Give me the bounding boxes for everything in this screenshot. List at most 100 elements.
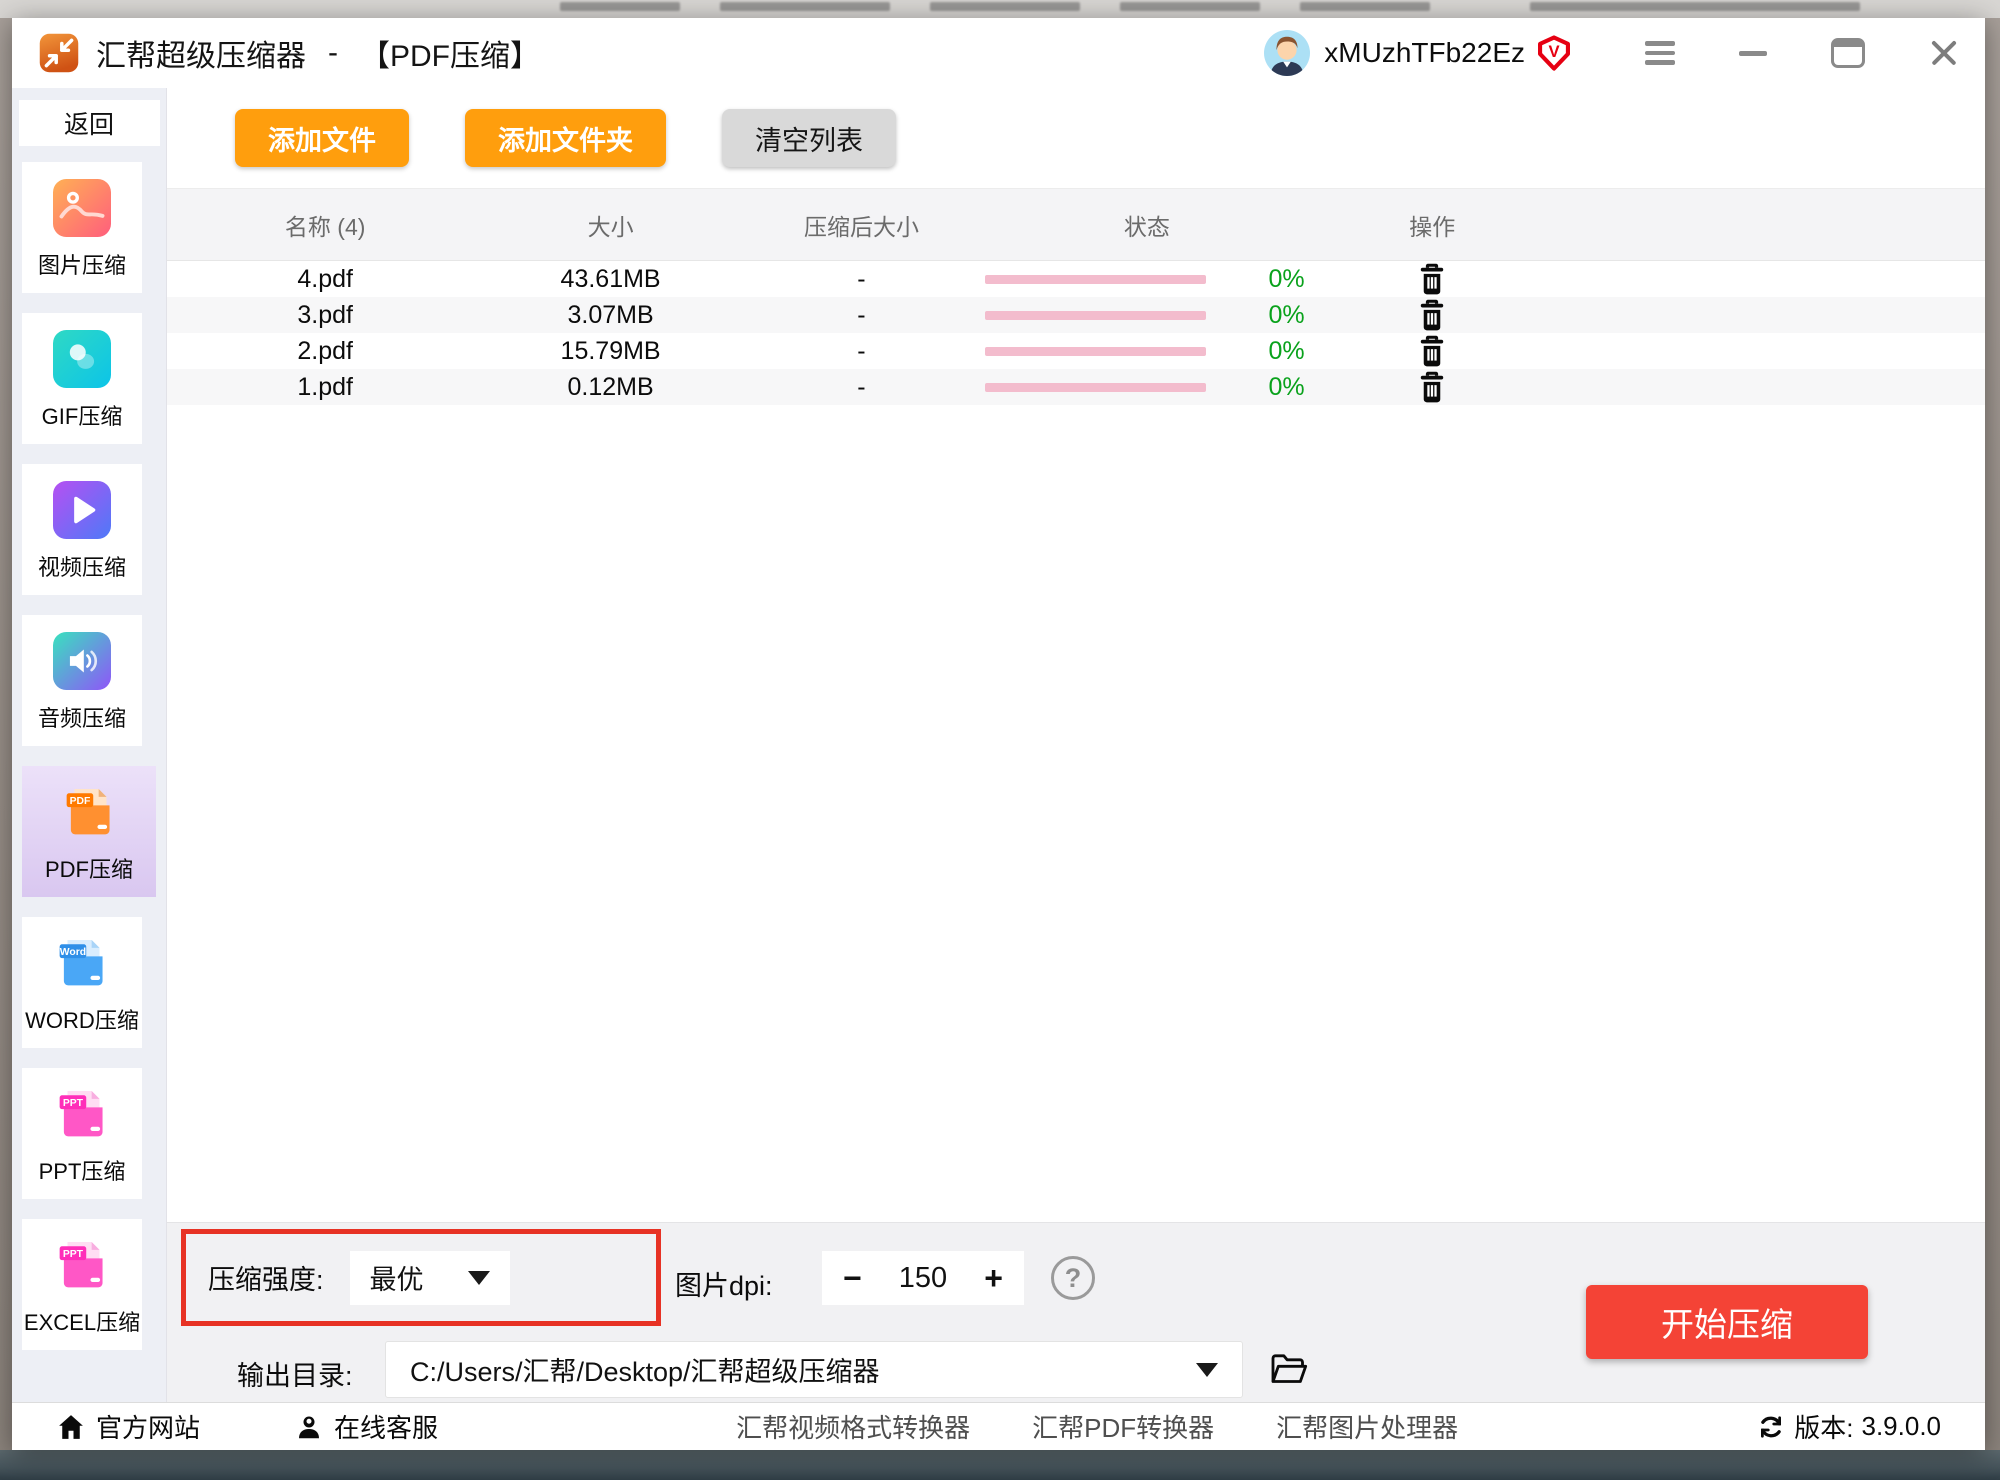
menu-button[interactable] xyxy=(1645,41,1675,65)
file-compressed-size: - xyxy=(738,265,985,294)
dpi-label: 图片dpi: xyxy=(675,1264,773,1303)
progress-percent: 0% xyxy=(1269,373,1305,402)
strength-select[interactable]: 最优 xyxy=(350,1251,510,1305)
delete-file-button[interactable] xyxy=(1309,261,1556,297)
delete-file-button[interactable] xyxy=(1309,297,1556,333)
dpi-decrease-button[interactable]: − xyxy=(843,1262,862,1294)
version-number: 3.9.0.0 xyxy=(1862,1411,1942,1442)
file-name: 4.pdf xyxy=(167,265,483,294)
sidebar: 返回 图片压缩 GIF压缩 视频压缩 音频压缩 xyxy=(12,88,167,1402)
progress-percent: 0% xyxy=(1269,265,1305,294)
output-dir-path: C:/Users/汇帮/Desktop/汇帮超级压缩器 xyxy=(410,1350,880,1389)
gif-compress-icon xyxy=(53,330,111,388)
partner-links: 汇帮视频格式转换器 汇帮PDF转换器 汇帮图片处理器 xyxy=(736,1408,1458,1445)
delete-file-button[interactable] xyxy=(1309,333,1556,369)
file-size: 3.07MB xyxy=(483,301,738,330)
strength-label: 压缩强度: xyxy=(208,1258,324,1297)
username: xMUzhTFb22Ez xyxy=(1324,37,1525,69)
sidebar-item-video[interactable]: 视频压缩 xyxy=(22,464,142,595)
strength-value: 最优 xyxy=(370,1258,424,1297)
dpi-stepper: − 150 + xyxy=(822,1251,1024,1305)
sidebar-item-image[interactable]: 图片压缩 xyxy=(22,162,142,293)
svg-text:V: V xyxy=(1548,42,1559,61)
progress-percent: 0% xyxy=(1269,337,1305,366)
image-processor-link[interactable]: 汇帮图片处理器 xyxy=(1276,1408,1458,1445)
main-panel: 添加文件 添加文件夹 清空列表 名称 (4) 大小 压缩后大小 状态 操作 4.… xyxy=(167,88,1985,1402)
version-label: 版本: xyxy=(1794,1408,1853,1445)
update-refresh-icon[interactable] xyxy=(1756,1412,1786,1442)
folder-open-icon xyxy=(1267,1349,1309,1389)
user-avatar[interactable] xyxy=(1264,30,1310,76)
file-compressed-size: - xyxy=(738,373,985,402)
app-title: 汇帮超级压缩器 xyxy=(96,31,306,75)
pdf-compress-icon: PDF xyxy=(60,783,118,841)
clear-list-button[interactable]: 清空列表 xyxy=(722,109,896,167)
add-folder-button[interactable]: 添加文件夹 xyxy=(465,109,666,167)
close-button[interactable] xyxy=(1929,38,1959,68)
file-status: 0% xyxy=(985,301,1309,330)
add-file-button[interactable]: 添加文件 xyxy=(235,109,409,167)
vip-badge-icon[interactable]: V xyxy=(1535,34,1573,72)
progress-bar xyxy=(985,383,1206,392)
file-status: 0% xyxy=(985,337,1309,366)
output-dir-label: 输出目录: xyxy=(237,1354,353,1393)
progress-bar xyxy=(985,347,1206,356)
compression-strength-group: 压缩强度: 最优 xyxy=(181,1229,661,1326)
title-separator: - xyxy=(328,36,338,70)
taskbar-edge xyxy=(0,1450,2000,1480)
progress-bar xyxy=(985,311,1206,320)
file-compressed-size: - xyxy=(738,301,985,330)
image-compress-icon xyxy=(53,179,111,237)
chevron-down-icon xyxy=(468,1271,490,1285)
col-header-status: 状态 xyxy=(985,208,1309,242)
table-row: 2.pdf 15.79MB - 0% xyxy=(167,333,1985,369)
sidebar-item-audio[interactable]: 音频压缩 xyxy=(22,615,142,746)
svg-text:PPT: PPT xyxy=(63,1098,84,1109)
excel-compress-icon: PPT xyxy=(53,1236,111,1294)
sidebar-item-excel[interactable]: PPT EXCEL压缩 xyxy=(22,1219,142,1350)
delete-file-button[interactable] xyxy=(1309,369,1556,405)
titlebar: 汇帮超级压缩器 - 【PDF压缩】 xMUzhTFb22Ez xyxy=(12,18,1985,88)
online-support-link[interactable]: 在线客服 xyxy=(294,1408,438,1445)
pdf-converter-link[interactable]: 汇帮PDF转换器 xyxy=(1032,1408,1214,1445)
svg-text:PDF: PDF xyxy=(70,796,91,807)
browse-folder-button[interactable] xyxy=(1267,1349,1309,1394)
chevron-down-icon xyxy=(1196,1363,1218,1377)
output-dir-select[interactable]: C:/Users/汇帮/Desktop/汇帮超级压缩器 xyxy=(385,1341,1243,1398)
dpi-value: 150 xyxy=(899,1262,947,1295)
table-row: 4.pdf 43.61MB - 0% xyxy=(167,261,1985,297)
start-compression-button[interactable]: 开始压缩 xyxy=(1586,1285,1868,1359)
video-converter-link[interactable]: 汇帮视频格式转换器 xyxy=(736,1408,970,1445)
progress-bar xyxy=(985,275,1206,284)
svg-text:PPT: PPT xyxy=(63,1249,84,1260)
table-row: 1.pdf 0.12MB - 0% xyxy=(167,369,1985,405)
background-window-edge xyxy=(0,0,2000,18)
trash-icon xyxy=(1416,333,1448,369)
word-compress-icon: Word xyxy=(53,934,111,992)
minimize-button[interactable] xyxy=(1739,51,1767,56)
customer-service-icon xyxy=(294,1412,324,1442)
sidebar-item-word[interactable]: Word WORD压缩 xyxy=(22,917,142,1048)
maximize-button[interactable] xyxy=(1831,38,1865,68)
file-table: 名称 (4) 大小 压缩后大小 状态 操作 4.pdf 43.61MB - 0% xyxy=(167,188,1985,1222)
file-compressed-size: - xyxy=(738,337,985,366)
official-site-link[interactable]: 官方网站 xyxy=(56,1408,200,1445)
file-status: 0% xyxy=(985,265,1309,294)
footer: 官方网站 在线客服 汇帮视频格式转换器 汇帮PDF转换器 汇帮图片处理器 xyxy=(12,1402,1985,1450)
version-info: 版本: 3.9.0.0 xyxy=(1756,1408,1941,1445)
col-header-size: 大小 xyxy=(483,208,738,242)
sidebar-items: 图片压缩 GIF压缩 视频压缩 音频压缩 PDF PDF压缩 xyxy=(22,162,156,1350)
app-logo-icon xyxy=(38,32,80,74)
back-button[interactable]: 返回 xyxy=(19,100,160,146)
trash-icon xyxy=(1416,297,1448,333)
sidebar-item-pdf[interactable]: PDF PDF压缩 xyxy=(22,766,156,897)
table-row: 3.pdf 3.07MB - 0% xyxy=(167,297,1985,333)
dpi-increase-button[interactable]: + xyxy=(984,1262,1003,1294)
trash-icon xyxy=(1416,369,1448,405)
dpi-help-icon[interactable]: ? xyxy=(1051,1256,1095,1300)
col-header-compressed-size: 压缩后大小 xyxy=(738,208,985,242)
table-empty-area xyxy=(167,405,1985,1222)
sidebar-item-gif[interactable]: GIF压缩 xyxy=(22,313,142,444)
sidebar-item-ppt[interactable]: PPT PPT压缩 xyxy=(22,1068,142,1199)
audio-compress-icon xyxy=(53,632,111,690)
